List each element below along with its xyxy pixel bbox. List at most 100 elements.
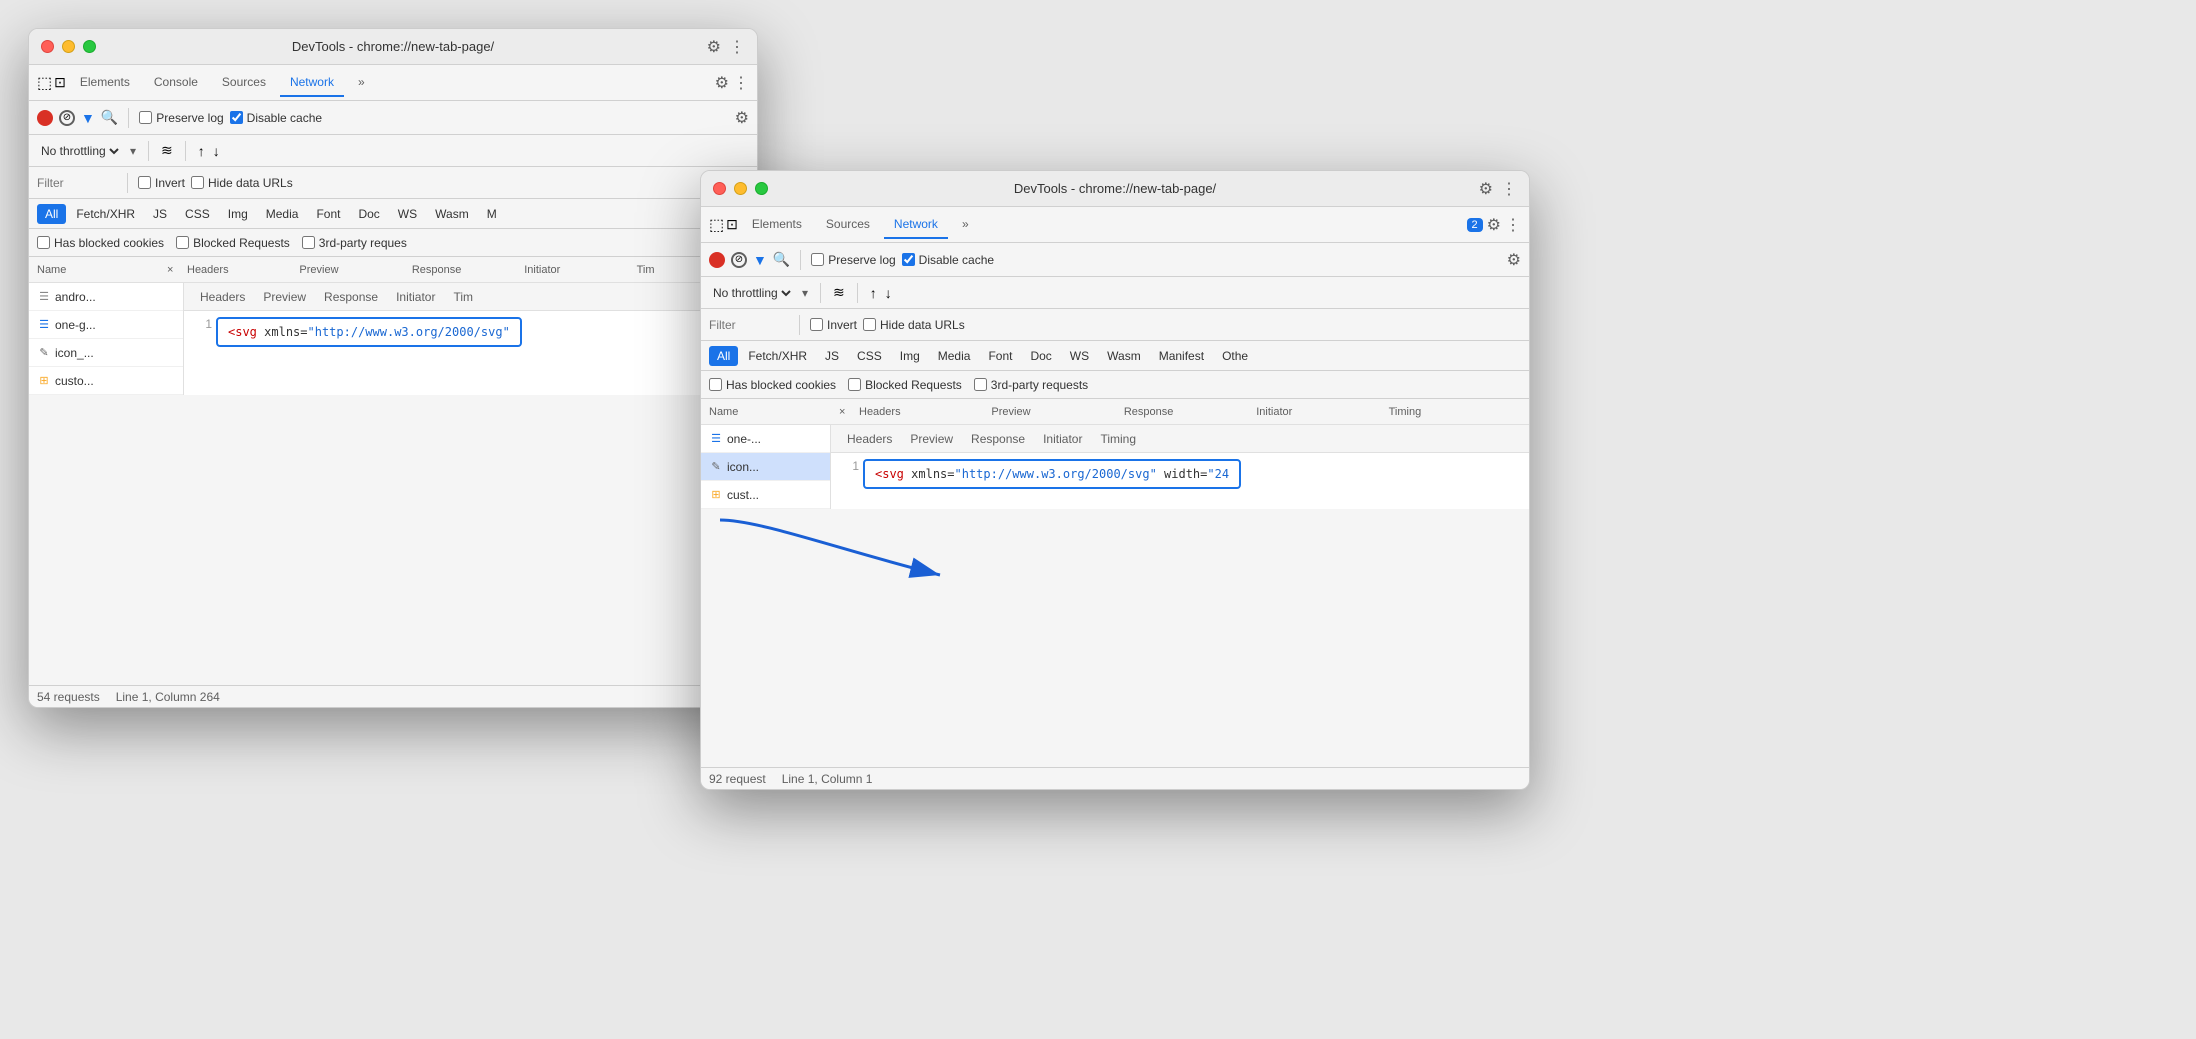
split-view-icon-2[interactable]: ⊡	[726, 216, 738, 233]
filter-icon-1[interactable]: ▼	[81, 110, 95, 126]
maximize-button-2[interactable]	[755, 182, 768, 195]
devtools-more-2[interactable]: ⋮	[1505, 215, 1521, 235]
blocked-requests-input-1[interactable]	[176, 236, 189, 249]
record-button-1[interactable]	[37, 110, 53, 126]
preserve-log-input-2[interactable]	[811, 253, 824, 266]
devtools-more-1[interactable]: ⋮	[733, 73, 749, 93]
tab-network-2[interactable]: Network	[884, 211, 948, 239]
filter-tab-other-2[interactable]: Othe	[1214, 346, 1256, 366]
throttle-select-2[interactable]: No throttling	[709, 285, 794, 301]
invert-checkbox-1[interactable]: Invert	[138, 176, 185, 190]
wifi-icon-1[interactable]: ≋	[161, 142, 173, 159]
filter-tab-ws-1[interactable]: WS	[390, 204, 425, 224]
blocked-cookies-checkbox-1[interactable]: Has blocked cookies	[37, 236, 164, 250]
filter-tab-media-1[interactable]: Media	[258, 204, 307, 224]
filter-tab-doc-2[interactable]: Doc	[1022, 346, 1059, 366]
table-row-icon-2[interactable]: ✎ icon...	[701, 453, 830, 481]
tab-elements-2[interactable]: Elements	[742, 211, 812, 239]
table-row-custo-1[interactable]: ⊞ custo...	[29, 367, 183, 395]
clear-button-1[interactable]: ⊘	[59, 110, 75, 126]
filter-icon-2[interactable]: ▼	[753, 252, 767, 268]
table-row-cust-2[interactable]: ⊞ cust...	[701, 481, 830, 509]
inspect-icon-2[interactable]: ⬚	[709, 215, 724, 235]
hide-data-urls-checkbox-1[interactable]: Hide data URLs	[191, 176, 293, 190]
filter-tab-css-2[interactable]: CSS	[849, 346, 890, 366]
more-icon-1[interactable]: ⋮	[729, 37, 745, 57]
invert-input-1[interactable]	[138, 176, 151, 189]
filter-tab-font-1[interactable]: Font	[308, 204, 348, 224]
filter-tab-m-1[interactable]: M	[479, 204, 505, 224]
disable-cache-input-2[interactable]	[902, 253, 915, 266]
third-party-input-1[interactable]	[302, 236, 315, 249]
network-settings-icon-1[interactable]: ⚙	[735, 108, 749, 128]
preserve-log-checkbox-1[interactable]: Preserve log	[139, 111, 223, 125]
filter-tab-doc-1[interactable]: Doc	[350, 204, 387, 224]
filter-tab-fetch-1[interactable]: Fetch/XHR	[68, 204, 143, 224]
disable-cache-checkbox-1[interactable]: Disable cache	[230, 111, 322, 125]
blocked-cookies-input-1[interactable]	[37, 236, 50, 249]
third-party-checkbox-1[interactable]: 3rd-party reques	[302, 236, 407, 250]
minimize-button-1[interactable]	[62, 40, 75, 53]
search-icon-1[interactable]: 🔍	[101, 109, 118, 126]
detail-tab-headers-2[interactable]: Headers	[839, 428, 900, 450]
clear-button-2[interactable]: ⊘	[731, 252, 747, 268]
search-icon-2[interactable]: 🔍	[773, 251, 790, 268]
close-button-2[interactable]	[713, 182, 726, 195]
filter-tab-ws-2[interactable]: WS	[1062, 346, 1097, 366]
table-row-oneg-1[interactable]: ☰ one-g...	[29, 311, 183, 339]
preserve-log-checkbox-2[interactable]: Preserve log	[811, 253, 895, 267]
filter-tab-img-2[interactable]: Img	[892, 346, 928, 366]
filter-tab-font-2[interactable]: Font	[980, 346, 1020, 366]
filter-tab-all-1[interactable]: All	[37, 204, 66, 224]
filter-tab-wasm-2[interactable]: Wasm	[1099, 346, 1149, 366]
blocked-cookies-checkbox-2[interactable]: Has blocked cookies	[709, 378, 836, 392]
settings-icon-2[interactable]: ⚙	[1479, 179, 1493, 199]
upload-icon-1[interactable]: ↑	[198, 143, 205, 159]
hide-data-urls-checkbox-2[interactable]: Hide data URLs	[863, 318, 965, 332]
download-icon-1[interactable]: ↓	[213, 143, 220, 159]
inspect-icon-1[interactable]: ⬚	[37, 73, 52, 93]
detail-tab-preview-2[interactable]: Preview	[902, 428, 961, 450]
devtools-settings-2[interactable]: ⚙	[1487, 215, 1501, 235]
download-icon-2[interactable]: ↓	[885, 285, 892, 301]
blocked-requests-checkbox-1[interactable]: Blocked Requests	[176, 236, 290, 250]
tab-elements-1[interactable]: Elements	[70, 69, 140, 97]
third-party-checkbox-2[interactable]: 3rd-party requests	[974, 378, 1088, 392]
devtools-settings-1[interactable]: ⚙	[715, 73, 729, 93]
detail-tab-headers-1[interactable]: Headers	[192, 286, 253, 308]
filter-tab-all-2[interactable]: All	[709, 346, 738, 366]
detail-tab-timing-2[interactable]: Timing	[1092, 428, 1144, 450]
detail-tab-response-2[interactable]: Response	[963, 428, 1033, 450]
hide-data-urls-input-1[interactable]	[191, 176, 204, 189]
detail-tab-initiator-1[interactable]: Initiator	[388, 286, 443, 308]
filter-input-2[interactable]	[709, 318, 789, 332]
tab-more-2[interactable]: »	[952, 211, 979, 239]
blocked-requests-input-2[interactable]	[848, 378, 861, 391]
filter-tab-img-1[interactable]: Img	[220, 204, 256, 224]
detail-tab-preview-1[interactable]: Preview	[255, 286, 314, 308]
upload-icon-2[interactable]: ↑	[870, 285, 877, 301]
detail-tab-initiator-2[interactable]: Initiator	[1035, 428, 1090, 450]
blocked-cookies-input-2[interactable]	[709, 378, 722, 391]
minimize-button-2[interactable]	[734, 182, 747, 195]
table-row-icon-1[interactable]: ✎ icon_...	[29, 339, 183, 367]
filter-tab-js-2[interactable]: JS	[817, 346, 847, 366]
disable-cache-checkbox-2[interactable]: Disable cache	[902, 253, 994, 267]
record-button-2[interactable]	[709, 252, 725, 268]
filter-tab-css-1[interactable]: CSS	[177, 204, 218, 224]
tab-network-1[interactable]: Network	[280, 69, 344, 97]
network-settings-icon-2[interactable]: ⚙	[1507, 250, 1521, 270]
settings-icon-1[interactable]: ⚙	[707, 37, 721, 57]
split-view-icon-1[interactable]: ⊡	[54, 74, 66, 91]
tab-sources-2[interactable]: Sources	[816, 211, 880, 239]
filter-input-1[interactable]	[37, 176, 117, 190]
wifi-icon-2[interactable]: ≋	[833, 284, 845, 301]
close-button-1[interactable]	[41, 40, 54, 53]
more-icon-2[interactable]: ⋮	[1501, 179, 1517, 199]
tab-console-1[interactable]: Console	[144, 69, 208, 97]
third-party-input-2[interactable]	[974, 378, 987, 391]
filter-tab-wasm-1[interactable]: Wasm	[427, 204, 477, 224]
invert-checkbox-2[interactable]: Invert	[810, 318, 857, 332]
filter-tab-manifest-2[interactable]: Manifest	[1151, 346, 1212, 366]
tab-sources-1[interactable]: Sources	[212, 69, 276, 97]
